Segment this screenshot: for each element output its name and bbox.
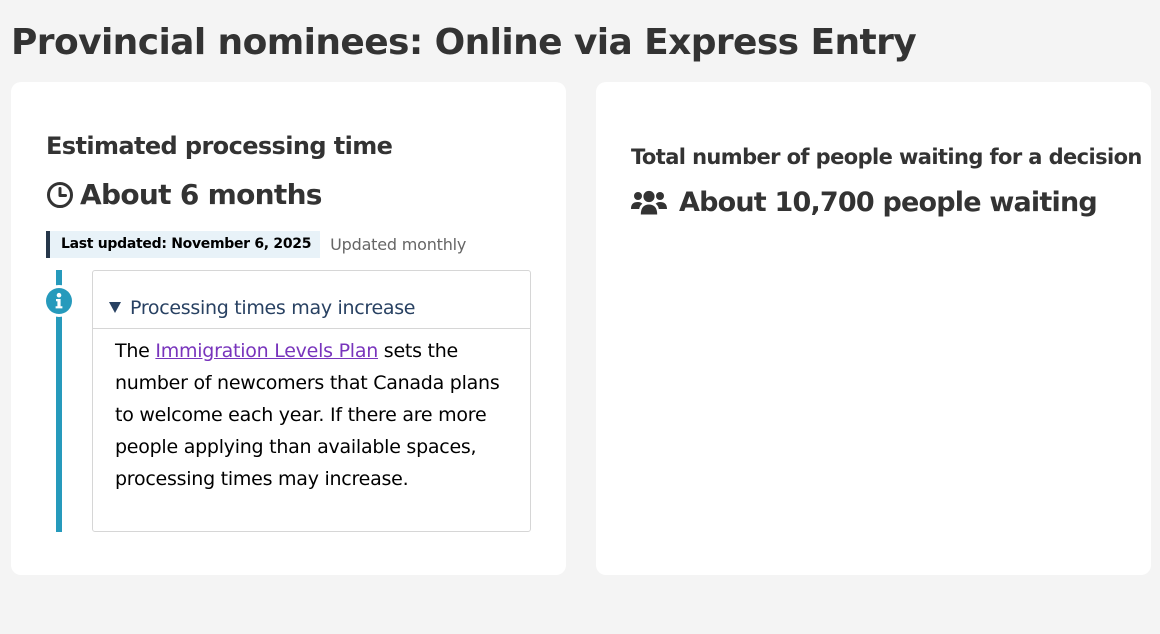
- users-icon: [631, 189, 667, 217]
- update-frequency-note: Updated monthly: [330, 235, 467, 254]
- expanded-triangle-icon: [109, 302, 121, 313]
- waiting-card: Total number of people waiting for a dec…: [596, 82, 1151, 575]
- notice-body-lead: The: [115, 340, 156, 362]
- last-updated-badge: Last updated: November 6, 2025: [46, 231, 321, 258]
- processing-notice-summary-label: Processing times may increase: [130, 296, 416, 319]
- notice-body-rest: sets the number of newcomers that Canada…: [115, 340, 500, 490]
- immigration-levels-plan-link[interactable]: Immigration Levels Plan: [155, 340, 378, 362]
- processing-time-heading: Estimated processing time: [46, 132, 393, 160]
- last-updated-row: Last updated: November 6, 2025 Updated m…: [46, 231, 466, 258]
- processing-notice-details: Processing times may increase The Immigr…: [92, 270, 531, 532]
- processing-notice-summary[interactable]: Processing times may increase: [93, 271, 530, 329]
- processing-notice-body: The Immigration Levels Plan sets the num…: [115, 335, 520, 495]
- waiting-heading: Total number of people waiting for a dec…: [631, 145, 1142, 169]
- processing-time-card: Estimated processing time About 6 months…: [11, 82, 566, 575]
- waiting-count-value: About 10,700 people waiting: [679, 187, 1098, 218]
- page-title: Provincial nominees: Online via Express …: [11, 22, 917, 63]
- clock-icon: [46, 181, 74, 209]
- info-icon: [46, 288, 72, 314]
- processing-time-row: About 6 months: [46, 178, 322, 211]
- waiting-count-row: About 10,700 people waiting: [631, 187, 1098, 218]
- processing-time-value: About 6 months: [80, 178, 322, 211]
